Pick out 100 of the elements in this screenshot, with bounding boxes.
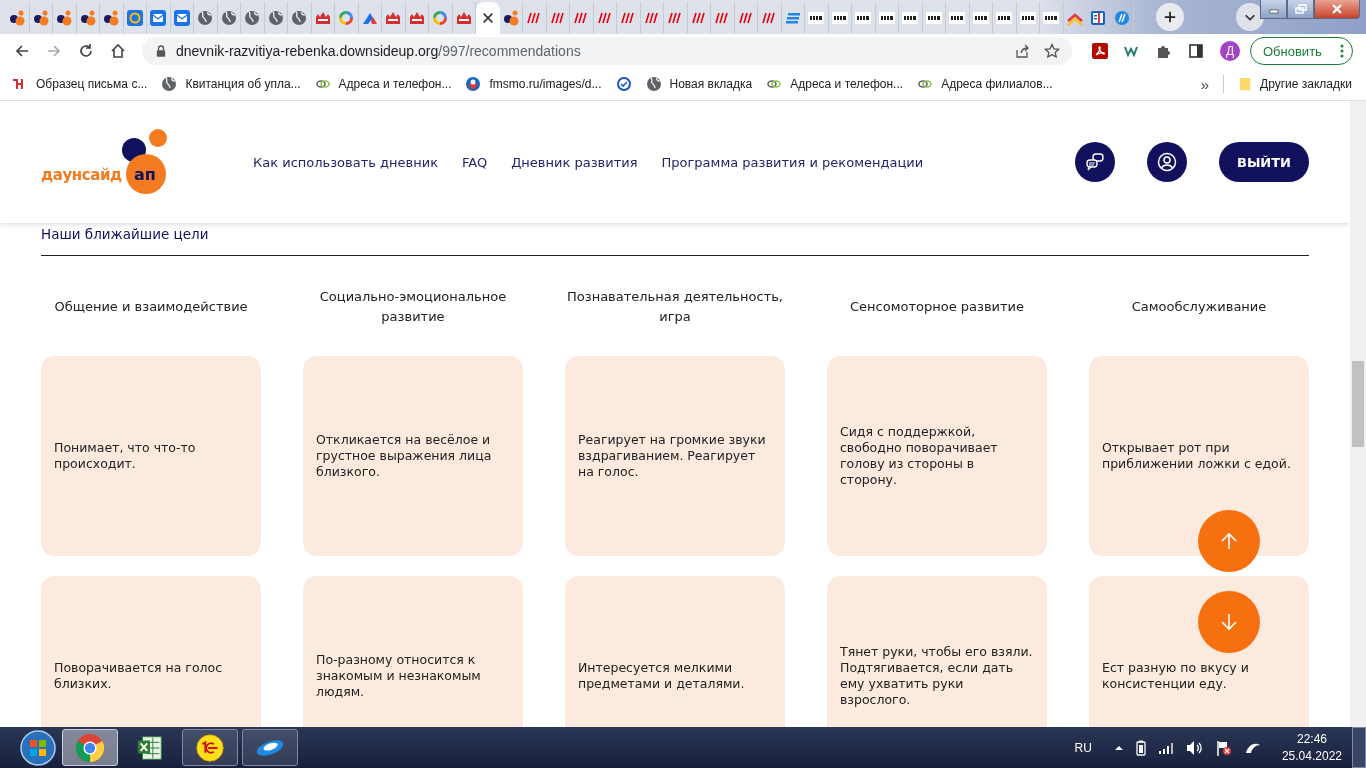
bars-logo-icon: [1019, 10, 1036, 26]
browser-icon: [75, 732, 105, 763]
dots-logo-icon: [79, 10, 96, 26]
castle-icon: [314, 10, 331, 26]
chat-button[interactable]: [1075, 142, 1115, 182]
globe-icon: [220, 10, 237, 26]
logout-button[interactable]: ВЫЙТИ: [1219, 142, 1309, 182]
slashes-logo-icon: [761, 10, 778, 26]
browser-tab[interactable]: [946, 2, 970, 34]
bookmark[interactable]: Адреса филиалов...: [917, 76, 1053, 92]
browser-tab[interactable]: [899, 2, 923, 34]
slashes-logo-icon: [526, 10, 543, 26]
update-button[interactable]: Обновить: [1250, 37, 1353, 65]
arrow-up-icon: [1219, 531, 1239, 551]
category-heading: Сенсомоторное развитие: [849, 298, 1025, 316]
speaker-icon[interactable]: [1185, 739, 1204, 756]
profile-button[interactable]: [1147, 142, 1187, 182]
castle-icon: [385, 10, 402, 26]
check-circle-icon: [615, 76, 632, 92]
show-desktop-button[interactable]: [1352, 727, 1366, 768]
side-panel-icon[interactable]: [1188, 43, 1204, 59]
nav-link[interactable]: Дневник развития: [511, 154, 638, 170]
section-title: Наши ближайшие цели: [41, 225, 210, 243]
ball-icon: [1113, 10, 1130, 26]
slashes-logo-icon: [690, 10, 707, 26]
slashes-logo-icon: [643, 10, 660, 26]
tab-search-button[interactable]: [1236, 3, 1264, 31]
profile-avatar[interactable]: Д: [1220, 41, 1240, 61]
user-icon: [1157, 152, 1177, 172]
bookmark[interactable]: Образец письма с...: [12, 76, 148, 92]
bars-logo-icon: [972, 10, 989, 26]
arrow-down-icon: [1219, 612, 1239, 632]
circle-logo-icon: [195, 732, 225, 763]
back-icon[interactable]: [14, 43, 30, 59]
bookmark[interactable]: fmsmo.ru/images/d...: [465, 76, 602, 92]
close-icon: [480, 11, 495, 25]
slashes-logo-icon: [596, 10, 613, 26]
goal-card: Реагирует на громкие звуки вздрагиванием. Реагирует на голос.: [565, 356, 785, 556]
bars-logo-icon: [831, 10, 848, 26]
ring-logo-icon: [432, 10, 449, 26]
bookmark[interactable]: Новая вкладка: [645, 76, 753, 92]
bars-logo-icon: [902, 10, 919, 26]
browser-tab[interactable]: [852, 2, 876, 34]
folder-icon: [1238, 76, 1253, 92]
bookmark[interactable]: Адреса и телефон...: [314, 76, 452, 92]
pdf-icon[interactable]: [1092, 43, 1108, 59]
flag-icon[interactable]: [1215, 739, 1232, 756]
grid-icon: [1090, 10, 1107, 26]
browser-tab[interactable]: [805, 2, 829, 34]
dots-logo-icon: [32, 10, 49, 26]
bars-logo-icon: [855, 10, 872, 26]
envelope-icon: [173, 10, 190, 26]
dots-logo-icon: [502, 10, 519, 26]
bookmark[interactable]: [615, 76, 632, 92]
goal-card: Сидя с поддержкой, свободно поворачивает голову из стороны в сторону.: [827, 356, 1047, 556]
slashes-logo-icon: [573, 10, 590, 26]
language-indicator[interactable]: RU: [1074, 740, 1092, 755]
browser-tab[interactable]: [1040, 2, 1064, 34]
clock[interactable]: 22:46 25.04.2022: [1281, 730, 1342, 765]
restore-button[interactable]: [1287, 0, 1314, 19]
close-button[interactable]: [1314, 0, 1360, 19]
taskbar-button[interactable]: [242, 729, 298, 766]
bookmark[interactable]: Квитанция об упла...: [161, 76, 301, 92]
signal-icon[interactable]: [1157, 741, 1174, 754]
dots-logo-icon: [56, 10, 73, 26]
address-bar[interactable]: dnevnik-razvitiya-rebenka.downsideup.org/997/recommendations: [142, 37, 1072, 65]
star-icon[interactable]: [1044, 43, 1060, 59]
battery-icon[interactable]: [1135, 739, 1146, 756]
browser-tab[interactable]: [476, 2, 500, 34]
bookmark[interactable]: Адреса и телефон...: [766, 76, 904, 92]
plus-icon: [1163, 10, 1177, 24]
start-button[interactable]: [18, 727, 58, 768]
nav-link[interactable]: Как использовать дневник: [253, 154, 438, 170]
time-text: 22:46: [1296, 730, 1327, 748]
nav-link[interactable]: FAQ: [462, 154, 488, 170]
category-heading: Самообслуживание: [1131, 298, 1267, 316]
bars-logo-icon: [925, 10, 942, 26]
chat-bubbles-icon: [1085, 152, 1105, 172]
slashes-logo-icon: [620, 10, 637, 26]
nav-link[interactable]: Программа развития и рекомендации: [661, 154, 924, 170]
globe-icon: [161, 76, 178, 92]
bookmark-folder[interactable]: Другие закладки: [1238, 76, 1352, 92]
lines-icon: [784, 10, 801, 26]
new-tab-button[interactable]: [1156, 3, 1184, 31]
share-icon[interactable]: [1014, 43, 1030, 59]
reload-icon[interactable]: [78, 43, 94, 59]
globe-icon: [291, 10, 308, 26]
globe-icon: [197, 10, 214, 26]
more-bookmarks-button[interactable]: »: [1200, 75, 1210, 93]
logo-text: даунсайд: [41, 165, 122, 185]
dots-logo-icon: [103, 10, 120, 26]
minimize-button[interactable]: [1260, 0, 1287, 19]
slashes-logo-icon: [667, 10, 684, 26]
scrollbar[interactable]: [1350, 101, 1366, 727]
slashes-logo-icon: [714, 10, 731, 26]
puzzle-icon[interactable]: [1156, 43, 1172, 59]
home-icon[interactable]: [110, 43, 126, 59]
close-icon: [1331, 4, 1343, 14]
browser-tab[interactable]: [993, 2, 1017, 34]
taskbar-button[interactable]: [182, 729, 238, 766]
